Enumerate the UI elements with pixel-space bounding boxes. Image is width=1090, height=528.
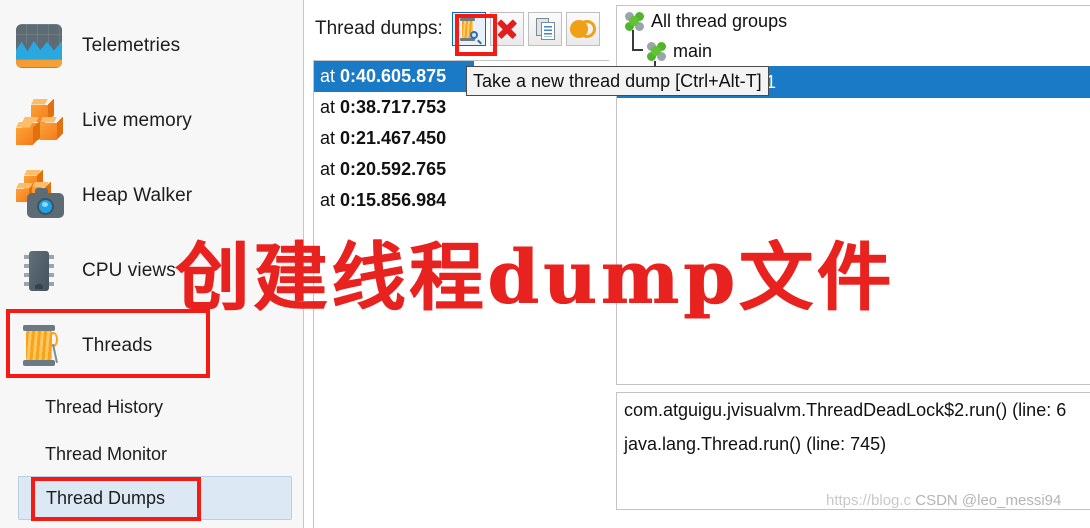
dump-prefix: at [320, 190, 336, 210]
tree-item-main[interactable]: main [617, 30, 1090, 66]
dump-timestamp: 0:20.592.765 [340, 159, 447, 179]
thread-group-icon [647, 41, 666, 61]
stack-trace-line[interactable]: java.lang.Thread.run() (line: 745) [617, 427, 1090, 461]
tree-item-all-thread-groups[interactable]: All thread groups [617, 6, 1090, 36]
sidebar-item-thread-monitor[interactable]: Thread Monitor [0, 430, 304, 478]
threads-spool-icon [12, 318, 68, 374]
thread-dump-list-item[interactable]: at 0:21.467.450 [314, 123, 609, 154]
sidebar-item-label: Live memory [82, 109, 192, 131]
sidebar-item-label: Thread History [45, 396, 164, 417]
thread-group-icon [625, 11, 644, 31]
sidebar-item-label: Telemetries [82, 34, 181, 56]
live-memory-icon [12, 93, 68, 149]
sidebar-item-thread-history[interactable]: Thread History [0, 383, 304, 431]
magnifier-icon [469, 31, 482, 43]
copy-thread-dump-button[interactable] [527, 12, 562, 46]
sidebar-item-label: Thread Dumps [46, 487, 166, 508]
thread-group-tree[interactable]: All thread groups main Thread-1 [616, 5, 1090, 385]
dump-timestamp: 0:21.467.450 [340, 128, 447, 148]
sidebar-item-telemetries[interactable]: Telemetries [0, 8, 304, 83]
thread-dump-list-item[interactable]: at 0:38.717.753 [314, 92, 609, 123]
sidebar-item-label: Thread Monitor [45, 443, 168, 464]
dump-prefix: at [320, 128, 336, 148]
telemetries-icon [12, 18, 68, 74]
dump-prefix: at [320, 97, 336, 117]
cpu-views-icon [12, 243, 68, 299]
thread-dumps-label: Thread dumps: [315, 18, 443, 39]
tree-elbow-connector [625, 30, 647, 66]
thread-dump-list-item[interactable]: at 0:15.856.984 [314, 185, 609, 216]
sidebar-item-label: Heap Walker [82, 184, 193, 206]
jprofiler-thread-dumps-screen: Telemetries Live memory Heap Walker CPU … [0, 0, 1090, 528]
delete-thread-dump-button[interactable] [489, 12, 524, 46]
stack-trace-line[interactable]: com.atguigu.jvisualvm.ThreadDeadLock$2.r… [617, 393, 1090, 427]
document-copy-icon [535, 18, 556, 41]
watermark-url: https://blog.c [826, 492, 912, 509]
dump-prefix: at [320, 159, 336, 179]
watermark: https://blog.c CSDN @leo_messi94 [826, 492, 1061, 509]
sidebar-item-label: Threads [82, 334, 153, 356]
overlapping-circles-icon [569, 20, 596, 38]
thread-dump-list-item[interactable]: at 0:20.592.765 [314, 154, 609, 185]
sidebar-item-live-memory[interactable]: Live memory [0, 83, 304, 158]
tree-item-label: All thread groups [651, 10, 788, 31]
dump-timestamp: 0:38.717.753 [340, 97, 447, 117]
tooltip-take-thread-dump: Take a new thread dump [Ctrl+Alt-T] [466, 66, 769, 96]
dump-timestamp: 0:15.856.984 [340, 190, 447, 210]
sidebar-item-thread-dumps[interactable]: Thread Dumps [18, 476, 292, 520]
red-x-icon [496, 18, 518, 40]
take-thread-dump-button[interactable] [451, 12, 486, 46]
watermark-handle: CSDN @leo_messi94 [915, 492, 1062, 509]
thread-dumps-toolbar: Thread dumps: [305, 0, 609, 58]
dump-prefix: at [320, 66, 336, 86]
heap-walker-icon [12, 168, 68, 224]
chinese-annotation: 创建线程dump文件 [175, 235, 895, 321]
tree-item-label: main [673, 40, 713, 61]
compare-thread-dumps-button[interactable] [565, 12, 600, 46]
thread-dump-list-item[interactable]: at 0:40.605.875 [314, 61, 474, 92]
sidebar-item-label: CPU views [82, 259, 176, 281]
dump-timestamp: 0:40.605.875 [340, 66, 447, 86]
